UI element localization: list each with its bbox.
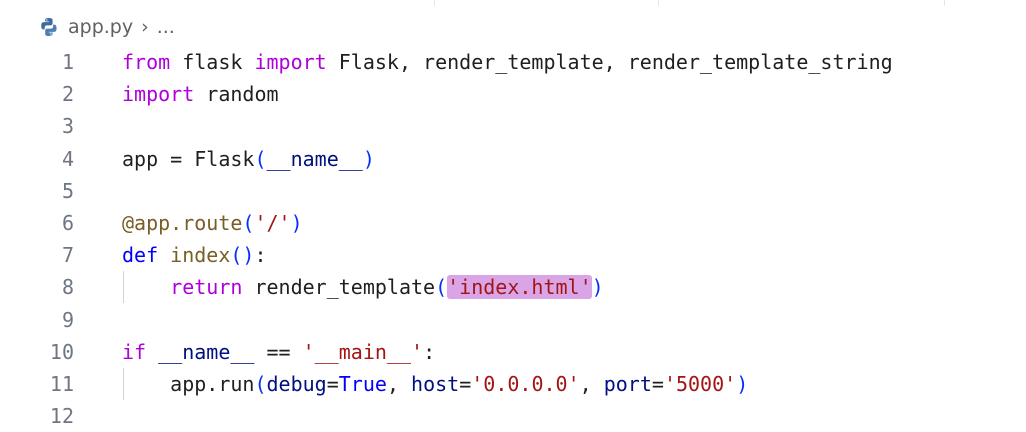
code-token: : [423, 339, 436, 364]
line-number: 5 [61, 178, 74, 203]
code-token: return [170, 275, 243, 300]
code-token: if [122, 339, 147, 364]
python-icon [38, 16, 60, 38]
line-number: 1 [61, 50, 74, 74]
line-number: 7 [61, 243, 74, 268]
code-token: import [254, 50, 327, 74]
code-token: '5000' [663, 371, 737, 396]
code-text: if __name__ == '__main__': [122, 336, 435, 368]
code-token: '__main__' [302, 339, 424, 364]
code-token: def [122, 243, 159, 268]
code-token: = [326, 371, 339, 396]
line-number: 4 [61, 146, 74, 171]
code-editor[interactable]: 1 from flask import Flask, render_templat… [0, 46, 1026, 432]
code-line[interactable]: 4 app = Flask(__name__) [0, 143, 1026, 175]
code-text: from flask import Flask, render_template… [122, 46, 893, 78]
code-line[interactable]: 3 [0, 110, 1026, 142]
code-line[interactable]: 6 @app.route('/') [0, 207, 1026, 239]
code-text: return render_template('index.html') [122, 271, 604, 303]
code-text: def index(): [122, 239, 267, 271]
code-line[interactable]: 12 [0, 400, 1026, 432]
code-token: = [459, 371, 472, 396]
code-token: () [230, 243, 255, 268]
code-text: import random [122, 78, 279, 110]
code-token: app = Flask [122, 146, 255, 171]
line-number: 11 [49, 371, 74, 396]
breadcrumb-symbol[interactable]: ... [157, 16, 175, 38]
code-token: ) [362, 146, 375, 171]
code-token: index [170, 243, 231, 268]
code-line[interactable]: 1 from flask import Flask, render_templat… [0, 46, 1026, 78]
line-number: 10 [49, 339, 74, 364]
code-token: __name__ [266, 146, 363, 171]
code-token: '/' [254, 210, 291, 235]
code-token: ( [254, 371, 267, 396]
code-token: Flask, render_template, render_template_… [326, 50, 893, 74]
code-line[interactable]: 10 if __name__ == '__main__': [0, 336, 1026, 368]
code-token: debug [266, 371, 327, 396]
code-token: True [338, 371, 387, 396]
code-token: ) [290, 210, 303, 235]
code-token: __name__ [158, 339, 255, 364]
code-token: '0.0.0.0' [471, 371, 580, 396]
code-token: @app.route [122, 210, 243, 235]
code-line[interactable]: 9 [0, 304, 1026, 336]
tab-strip [0, 0, 1026, 6]
code-line[interactable]: 11 app.run(debug=True, host='0.0.0.0', p… [0, 367, 1026, 400]
code-token: = [651, 371, 664, 396]
tab-separator [434, 0, 435, 6]
code-token: ( [242, 210, 255, 235]
code-line[interactable]: 5 [0, 175, 1026, 207]
code-token: random [194, 82, 279, 107]
code-token: , [386, 371, 412, 396]
code-token: from [122, 50, 171, 74]
code-line[interactable]: 2 import random [0, 78, 1026, 110]
line-number: 6 [61, 210, 74, 235]
code-token: == [254, 339, 303, 364]
breadcrumb: app.py › ... [38, 12, 175, 42]
code-token: app.run [122, 371, 255, 396]
code-token: ) [591, 275, 604, 300]
line-number: 12 [49, 404, 74, 429]
code-text: @app.route('/') [122, 207, 303, 239]
code-token: host [411, 371, 460, 396]
breadcrumb-separator: › [141, 16, 149, 38]
code-token: flask [170, 50, 255, 74]
line-number: 2 [61, 82, 74, 107]
line-number: 3 [61, 114, 74, 139]
code-token: ) [736, 371, 749, 396]
code-token: : [254, 243, 267, 268]
code-text: app = Flask(__name__) [122, 143, 375, 175]
code-token: import [122, 82, 195, 107]
tab-separator [944, 0, 945, 6]
code-token: render_template [242, 275, 436, 300]
code-token: ( [435, 275, 448, 300]
code-line[interactable]: 7 def index(): [0, 239, 1026, 271]
code-token: ( [254, 146, 267, 171]
code-line[interactable]: 8 return render_template('index.html') [0, 271, 1026, 304]
line-number: 8 [61, 275, 74, 300]
code-token: port [603, 371, 652, 396]
code-token: , [579, 371, 604, 396]
code-text: app.run(debug=True, host='0.0.0.0', port… [122, 368, 748, 400]
line-number: 9 [61, 307, 74, 332]
code-token: 'index.html' [447, 275, 592, 300]
tab-separator [658, 0, 659, 6]
breadcrumb-file[interactable]: app.py [68, 16, 133, 38]
